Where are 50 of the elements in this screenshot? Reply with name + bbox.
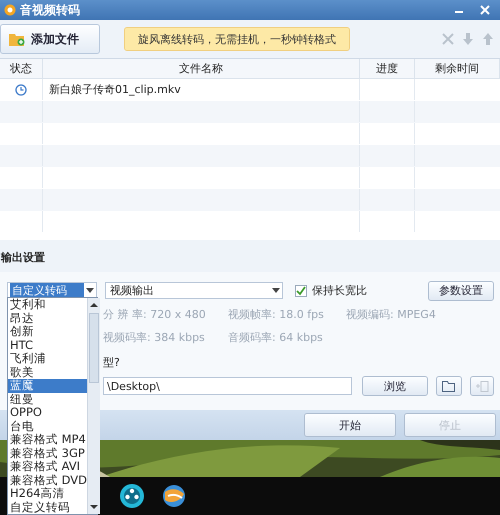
dropdown-option[interactable]: 自定义转码 [8,500,88,514]
add-file-button[interactable]: 添加文件 [0,24,100,54]
globe-icon[interactable] [160,482,188,510]
dropdown-option[interactable]: 兼容格式 AVI [8,460,88,474]
dropdown-option[interactable]: 歌美 [8,366,88,379]
column-header: 进度 [360,59,415,78]
app-icon [4,4,16,16]
dropdown-option[interactable]: 台电 [8,420,88,433]
settings-button[interactable]: 参数设置 [428,280,494,300]
info-text: 视频码率: 384 kbps [103,330,206,345]
dropdown-option[interactable]: 艾利和 [8,298,88,312]
dropdown-option[interactable]: 纽曼 [8,392,88,406]
caret-icon [272,288,280,293]
checkbox[interactable] [295,284,307,296]
action-button[interactable]: 开始 [304,413,396,437]
folder-icon [442,380,456,392]
checkbox-label: 保持长宽比 [312,283,367,298]
section-title: 输出设置 [1,251,45,264]
info-text: 分 辨 率: 720 x 480 [103,307,207,322]
column-header: 文件名称 [43,59,360,78]
info-text: 视频帧率: 18.0 fps [228,307,325,322]
clock-icon [15,84,27,96]
dropdown-option[interactable]: 兼容格式 DVD [8,474,88,487]
open-folder-button[interactable] [436,376,462,396]
dropdown-option[interactable]: 兼容格式 3GP [8,446,88,460]
dropdown-option[interactable]: 兼容格式 MP4 [8,433,88,446]
format-dropdown[interactable]: 视频输出 [105,282,283,299]
info-text: 视频编码: MPEG4 [346,307,437,322]
folder-add-icon [9,32,25,46]
column-header: 状态 [0,59,43,78]
dropdown-option[interactable]: 创新 [8,325,88,338]
column-header: 剩余时间 [415,59,500,78]
add-page-icon [475,380,489,392]
film-reel-icon[interactable] [118,482,146,510]
dropdown-option[interactable]: HTC [8,338,88,352]
output-path-field[interactable]: \Desktop\ [103,377,352,395]
window-title: 音视频转码 [20,2,81,18]
promo-banner: 旋风离线转码，无需挂机，一秒钟转格式 [124,27,350,51]
caret-icon [86,288,94,293]
info-text: 音频码率: 64 kbps [228,330,324,345]
scroll-thumb[interactable] [89,313,100,383]
dropdown-option[interactable]: 昂达 [8,312,88,325]
browse-button[interactable]: 浏览 [362,376,428,396]
hint-text: 型? [103,355,121,371]
dropdown-option[interactable]: H264高清 [8,487,88,500]
dropdown-option[interactable]: 蓝魔 [8,379,88,392]
close-icon [480,5,490,15]
dropdown-option[interactable]: OPPO [8,406,88,420]
dropdown-option[interactable]: 飞利浦 [8,352,88,366]
file-name: 新白娘子传奇01_clip.mkv [49,82,181,97]
